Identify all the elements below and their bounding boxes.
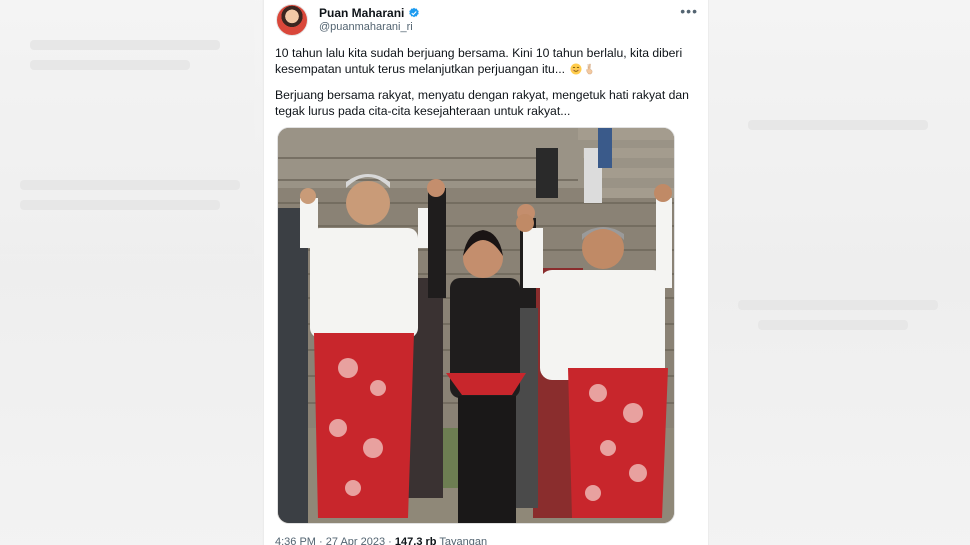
tweet-header: Puan Maharani @puanmaharani_ri •••	[276, 4, 700, 38]
tweet-photo[interactable]	[277, 127, 675, 524]
user-handle[interactable]: @puanmaharani_ri	[319, 21, 413, 33]
more-options-icon[interactable]: •••	[680, 4, 698, 18]
blurred-text-line	[758, 320, 908, 330]
victory-hand-icon	[586, 64, 593, 75]
tweet-paragraph-1: 10 tahun lalu kita sudah berjuang bersam…	[275, 45, 697, 78]
blurred-text-line	[748, 120, 928, 130]
name-row: Puan Maharani	[319, 6, 420, 20]
views-count: 147,3 rb	[394, 536, 437, 545]
blurred-text-line	[738, 300, 938, 310]
tweet-time[interactable]: 4:36 PM	[275, 536, 316, 545]
verified-badge-icon	[409, 7, 420, 18]
tweet-card: Puan Maharani @puanmaharani_ri ••• 10 ta…	[263, 0, 709, 545]
blurred-text-line	[20, 200, 220, 210]
avatar[interactable]	[276, 4, 308, 36]
meta-separator: ·	[388, 536, 392, 545]
tweet-date[interactable]: 27 Apr 2023	[326, 536, 385, 545]
tweet-text: 10 tahun lalu kita sudah berjuang bersam…	[275, 45, 697, 129]
views-label: Tayangan	[439, 536, 488, 545]
display-name[interactable]: Puan Maharani	[319, 6, 404, 20]
tweet-paragraph-2: Berjuang bersama rakyat, menyatu dengan …	[275, 87, 689, 119]
tweet-paragraph-1-text: 10 tahun lalu kita sudah berjuang bersam…	[275, 46, 683, 77]
screenshot-canvas: Puan Maharani @puanmaharani_ri ••• 10 ta…	[0, 0, 970, 545]
blurred-background-left	[0, 0, 262, 545]
tweet-metadata: 4:36 PM · 27 Apr 2023 · 147,3 rb Tayanga…	[275, 536, 487, 545]
smiling-face-icon	[570, 63, 582, 75]
photo-illustration	[278, 128, 674, 523]
meta-separator: ·	[319, 536, 323, 545]
blurred-text-line	[30, 40, 220, 50]
blurred-text-line	[30, 60, 190, 70]
blurred-background-right	[708, 0, 970, 545]
blurred-text-line	[20, 180, 240, 190]
